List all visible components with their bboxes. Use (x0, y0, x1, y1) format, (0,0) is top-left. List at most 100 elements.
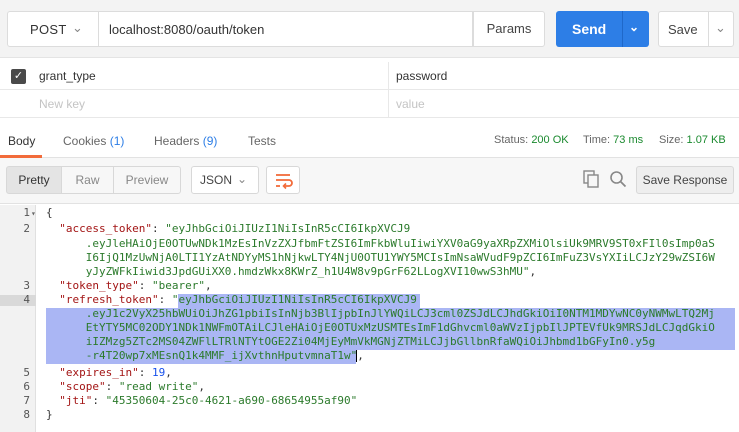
tab-cookies-label: Cookies (63, 134, 107, 148)
code-token: "eyJhbGciOiJIUzI1NiIsInR5cCI6IkpXVCJ9 (165, 222, 411, 235)
code-line: "token_type": "bearer", (46, 279, 212, 292)
line-number: 4 (0, 294, 36, 306)
code-line: } (46, 408, 53, 421)
code-line: "scope": "read write", (46, 380, 205, 393)
code-token: .eyJ1c2VyX25hbWUiOiJhZG1pbiIsInNjb3BlIjp… (46, 307, 715, 320)
search-icon[interactable] (609, 170, 627, 188)
line-number: 6 (23, 380, 30, 393)
tab-cookies-count: (1) (109, 134, 125, 148)
code-token: "jti" (59, 394, 93, 407)
line-number: 2 (23, 222, 30, 235)
response-time: Time: 73 ms (583, 134, 643, 146)
tab-body-label: Body (8, 134, 36, 148)
code-line: -r4T20wp7xMEsnQ1k4MMF_ijXvthnHputvmnaT1w… (46, 349, 364, 362)
method-label: POST (30, 22, 67, 37)
size-label: Size: (659, 134, 684, 146)
method-select[interactable]: POST ⌄ (7, 11, 99, 47)
tab-headers-label: Headers (154, 134, 200, 148)
line-number: 3 (23, 279, 30, 292)
new-value-input[interactable]: value (396, 97, 425, 111)
column-divider (388, 90, 389, 118)
code-token: , (165, 366, 172, 379)
tab-headers-count: (9) (202, 134, 218, 148)
save-dropdown-chevron-icon[interactable]: ⌄ (715, 20, 726, 36)
tab-tests[interactable]: Tests (248, 134, 276, 148)
params-button[interactable]: Params (473, 11, 545, 47)
tab-headers[interactable]: Headers (9) (154, 134, 217, 148)
save-button[interactable]: Save ⌄ (658, 11, 734, 47)
save-divider (708, 12, 709, 46)
tab-tests-label: Tests (248, 134, 277, 148)
code-line: I6IjQ1MzUwNjA0LTI1YzAtNDYyMS1hNjkwLTY4Nj… (46, 250, 715, 264)
time-label: Time: (583, 134, 611, 146)
response-tabs: Body Cookies (1) Headers (9) Tests Statu… (0, 124, 739, 158)
save-label: Save (668, 22, 698, 37)
code-token: , (357, 349, 364, 362)
code-token: yJyZWFkIiwid3JpdGUiXX0.hmdzWkx8KWrZ_h1U4… (46, 264, 530, 278)
code-token: : (138, 279, 152, 292)
code-token: "scope" (59, 380, 106, 393)
line-number: 7 (23, 394, 30, 407)
code-token: , (529, 264, 537, 278)
wrap-lines-icon (276, 174, 293, 190)
request-bar: POST ⌄ localhost:8080/oauth/token Params… (0, 0, 739, 58)
code-line: "refresh_token": "eyJhbGciOiJIUzI1NiIsIn… (46, 293, 417, 306)
code-token: EtYTY5MC02ODY1NDk1NWFmOTAiLCJleHAiOjE0OT… (46, 321, 715, 334)
code-token: I6IjQ1MzUwNjA0LTI1YzAtNDYyMS1hNjkwLTY4Nj… (46, 250, 715, 264)
code-token: } (46, 408, 53, 421)
code-token: "refresh_token" (59, 293, 159, 306)
status-label: Status: (494, 134, 529, 146)
time-value: 73 ms (613, 134, 644, 146)
code-line: "jti": "45350604-25c0-4621-a690-68654955… (46, 394, 358, 407)
code-token: , (198, 380, 205, 393)
format-select[interactable]: JSON ⌄ (191, 166, 259, 194)
code-token: : (138, 366, 152, 379)
code-token: "read write" (118, 380, 199, 393)
tab-body[interactable]: Body (8, 134, 35, 148)
checkmark-icon[interactable]: ✓ (11, 69, 26, 84)
url-input[interactable]: localhost:8080/oauth/token (99, 11, 473, 47)
chevron-down-icon: ⌄ (237, 172, 248, 186)
body-toolbar: Pretty Raw Preview JSON ⌄ (0, 158, 739, 204)
status-value: 200 OK (531, 134, 569, 146)
code-token: , (204, 279, 212, 292)
response-size: Size: 1.07 KB (659, 134, 726, 146)
param-value[interactable]: password (396, 69, 447, 83)
line-number: 8 (23, 408, 30, 421)
fold-toggle-icon[interactable]: ▾ (31, 209, 36, 220)
size-value: 1.07 KB (686, 134, 726, 146)
view-pretty-button[interactable]: Pretty (6, 166, 62, 194)
line-number: 1 (23, 206, 30, 219)
response-body-code[interactable]: 1 ▾ {2 "access_token": "eyJhbGciOiJIUzI1Ni… (0, 205, 739, 432)
wrap-lines-button[interactable] (266, 166, 300, 194)
code-token: "bearer" (151, 279, 205, 292)
view-preview-button[interactable]: Preview (113, 166, 181, 194)
new-key-input[interactable]: New key (39, 97, 85, 111)
send-divider (622, 11, 623, 47)
tab-cookies[interactable]: Cookies (1) (63, 134, 124, 148)
column-divider (388, 62, 389, 90)
code-line: .eyJ1c2VyX25hbWUiOiJhZG1pbiIsInNjb3BlIjp… (46, 307, 715, 320)
code-token: "45350604-25c0-4621-a690-68654955af90" (105, 394, 358, 407)
send-label: Send (572, 21, 607, 37)
code-line: "access_token": "eyJhbGciOiJIUzI1NiIsInR… (46, 222, 411, 235)
text-cursor (356, 350, 357, 362)
view-raw-button[interactable]: Raw (61, 166, 114, 194)
code-token: { (46, 206, 53, 219)
chevron-down-icon: ⌄ (72, 20, 83, 35)
format-label: JSON (200, 173, 233, 187)
copy-icon[interactable] (583, 170, 599, 188)
code-line: { (46, 206, 53, 219)
param-key[interactable]: grant_type (39, 69, 96, 83)
send-dropdown-chevron-icon[interactable]: ⌄ (629, 20, 639, 34)
save-response-button[interactable]: Save Response (636, 166, 734, 194)
send-button[interactable]: Send ⌄ (556, 11, 649, 47)
code-token: : (151, 222, 166, 235)
code-line: "expires_in": 19, (46, 366, 172, 379)
code-line: EtYTY5MC02ODY1NDk1NWFmOTAiLCJleHAiOjE0OT… (46, 321, 715, 334)
